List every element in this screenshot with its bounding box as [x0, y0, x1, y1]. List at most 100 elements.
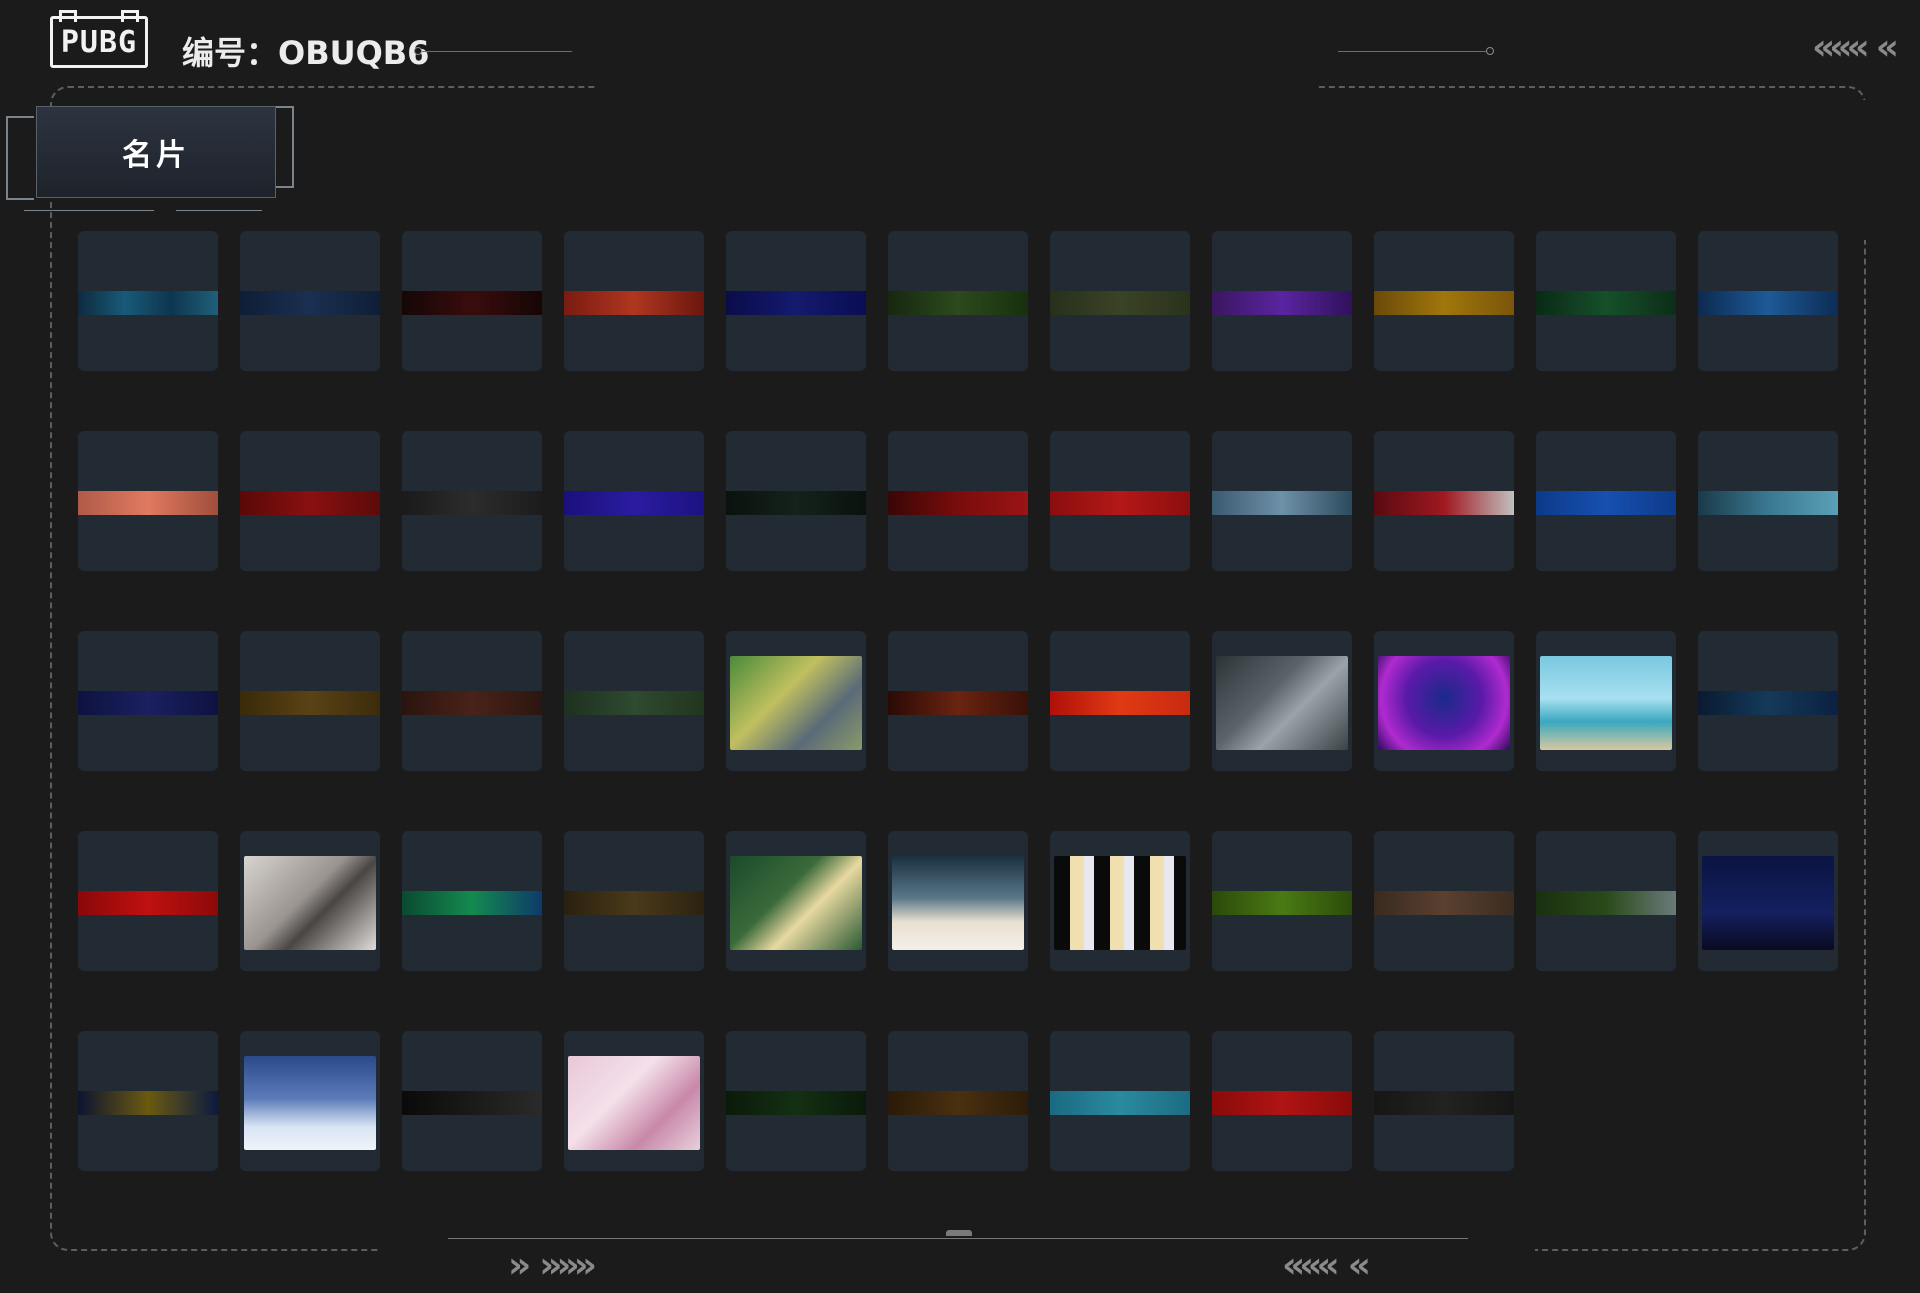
maroon-icon	[402, 691, 542, 715]
chevron-left-icon: «««	[1812, 27, 1870, 68]
shark-icon	[1536, 891, 1676, 915]
name-card-item[interactable]	[1698, 231, 1838, 371]
name-card-item[interactable]	[78, 1031, 218, 1171]
name-card-item[interactable]	[1698, 831, 1838, 971]
name-card-item[interactable]	[726, 1031, 866, 1171]
name-card-item[interactable]	[402, 631, 542, 771]
name-card-item[interactable]	[888, 1031, 1028, 1171]
name-card-item[interactable]	[1050, 631, 1190, 771]
chevron-right-icon: »»»	[539, 1245, 597, 1286]
name-card-item[interactable]	[1536, 431, 1676, 571]
bronze-icon	[240, 691, 380, 715]
cute-bunnies-icon	[568, 1056, 700, 1150]
tab-bracket-left	[6, 116, 34, 200]
navy-gold-icon	[78, 1091, 218, 1115]
decor-line-left	[422, 51, 572, 52]
name-card-item[interactable]	[564, 831, 704, 971]
name-card-item[interactable]	[1212, 231, 1352, 371]
name-card-item[interactable]	[240, 831, 380, 971]
name-card-item[interactable]	[402, 831, 542, 971]
name-card-item[interactable]	[1374, 231, 1514, 371]
name-card-item[interactable]	[1374, 831, 1514, 971]
night-text-icon	[1702, 856, 1834, 950]
decor-dot-right	[1486, 47, 1494, 55]
hooded-figure-icon	[1378, 656, 1510, 750]
green-hand-icon	[564, 691, 704, 715]
top-right-chevrons: ««« «	[1812, 27, 1899, 68]
name-card-item[interactable]	[888, 431, 1028, 571]
pubg-logo: PUBG	[50, 10, 148, 68]
name-card-item[interactable]	[1050, 831, 1190, 971]
name-card-item[interactable]	[1212, 1031, 1352, 1171]
winter-village-icon	[244, 1056, 376, 1150]
bright-red-icon	[1050, 491, 1190, 515]
name-card-item[interactable]	[888, 631, 1028, 771]
bottom-left-chevrons: » »»»	[508, 1245, 597, 1286]
snowman-icon	[892, 856, 1024, 950]
bottom-scroll-line	[448, 1238, 1468, 1239]
player-code: 编号：OBUQB6	[182, 34, 430, 72]
bird-snow-icon	[244, 856, 376, 950]
dark-amber-icon	[888, 1091, 1028, 1115]
frame-gap-top	[595, 80, 1317, 94]
red-pattern-icon	[564, 291, 704, 315]
name-card-item[interactable]	[564, 631, 704, 771]
name-card-item[interactable]	[402, 431, 542, 571]
name-card-item[interactable]	[1698, 631, 1838, 771]
name-card-item[interactable]	[240, 431, 380, 571]
name-card-item[interactable]	[726, 831, 866, 971]
name-card-item[interactable]	[240, 1031, 380, 1171]
moon-phases-icon	[240, 291, 380, 315]
chevron-left-icon: «	[1347, 1245, 1371, 1286]
name-card-item[interactable]	[1212, 831, 1352, 971]
name-card-item[interactable]	[564, 431, 704, 571]
name-card-item[interactable]	[240, 631, 380, 771]
name-card-item[interactable]	[240, 231, 380, 371]
dark-camo-icon	[726, 491, 866, 515]
name-card-item[interactable]	[726, 431, 866, 571]
black-scale-icon	[402, 1091, 542, 1115]
name-card-item[interactable]	[78, 431, 218, 571]
name-card-item[interactable]	[1050, 431, 1190, 571]
teal-lion-icon	[1698, 491, 1838, 515]
name-card-item[interactable]	[726, 231, 866, 371]
name-card-item[interactable]	[888, 231, 1028, 371]
royal-blue-icon	[1536, 491, 1676, 515]
green-camo-icon	[888, 291, 1028, 315]
name-card-item[interactable]	[726, 631, 866, 771]
name-card-item[interactable]	[1050, 1031, 1190, 1171]
name-card-item[interactable]	[1212, 631, 1352, 771]
name-card-item[interactable]	[402, 1031, 542, 1171]
name-card-item[interactable]	[1374, 431, 1514, 571]
seagull-icon	[1540, 656, 1672, 750]
indigo-icon	[564, 491, 704, 515]
name-card-item[interactable]	[564, 1031, 704, 1171]
name-card-item[interactable]	[564, 231, 704, 371]
name-card-item[interactable]	[1374, 631, 1514, 771]
name-card-item[interactable]	[78, 831, 218, 971]
salmon-icon	[78, 491, 218, 515]
name-card-item[interactable]	[1212, 431, 1352, 571]
dark-red-icon	[402, 291, 542, 315]
crimson-icon	[240, 491, 380, 515]
tab-business-card[interactable]: 名片	[36, 106, 276, 198]
name-card-item[interactable]	[1050, 231, 1190, 371]
scroll-indicator[interactable]	[946, 1230, 972, 1236]
decor-dot-left	[414, 47, 422, 55]
lime-icon	[1212, 891, 1352, 915]
name-card-item[interactable]	[1536, 631, 1676, 771]
name-card-item[interactable]	[1374, 1031, 1514, 1171]
name-card-item[interactable]	[1698, 431, 1838, 571]
name-card-item[interactable]	[78, 631, 218, 771]
name-card-item[interactable]	[888, 831, 1028, 971]
tab-underline-right	[176, 210, 262, 211]
dark-eye-icon	[726, 1091, 866, 1115]
red-zigzag-icon	[1212, 1091, 1352, 1115]
taupe-icon	[1374, 891, 1514, 915]
decor-line-right	[1338, 51, 1488, 52]
name-card-item[interactable]	[402, 231, 542, 371]
name-card-item[interactable]	[1536, 831, 1676, 971]
name-card-item[interactable]	[1536, 231, 1676, 371]
name-card-item[interactable]	[78, 231, 218, 371]
bottom-right-chevrons: ««« «	[1282, 1245, 1371, 1286]
